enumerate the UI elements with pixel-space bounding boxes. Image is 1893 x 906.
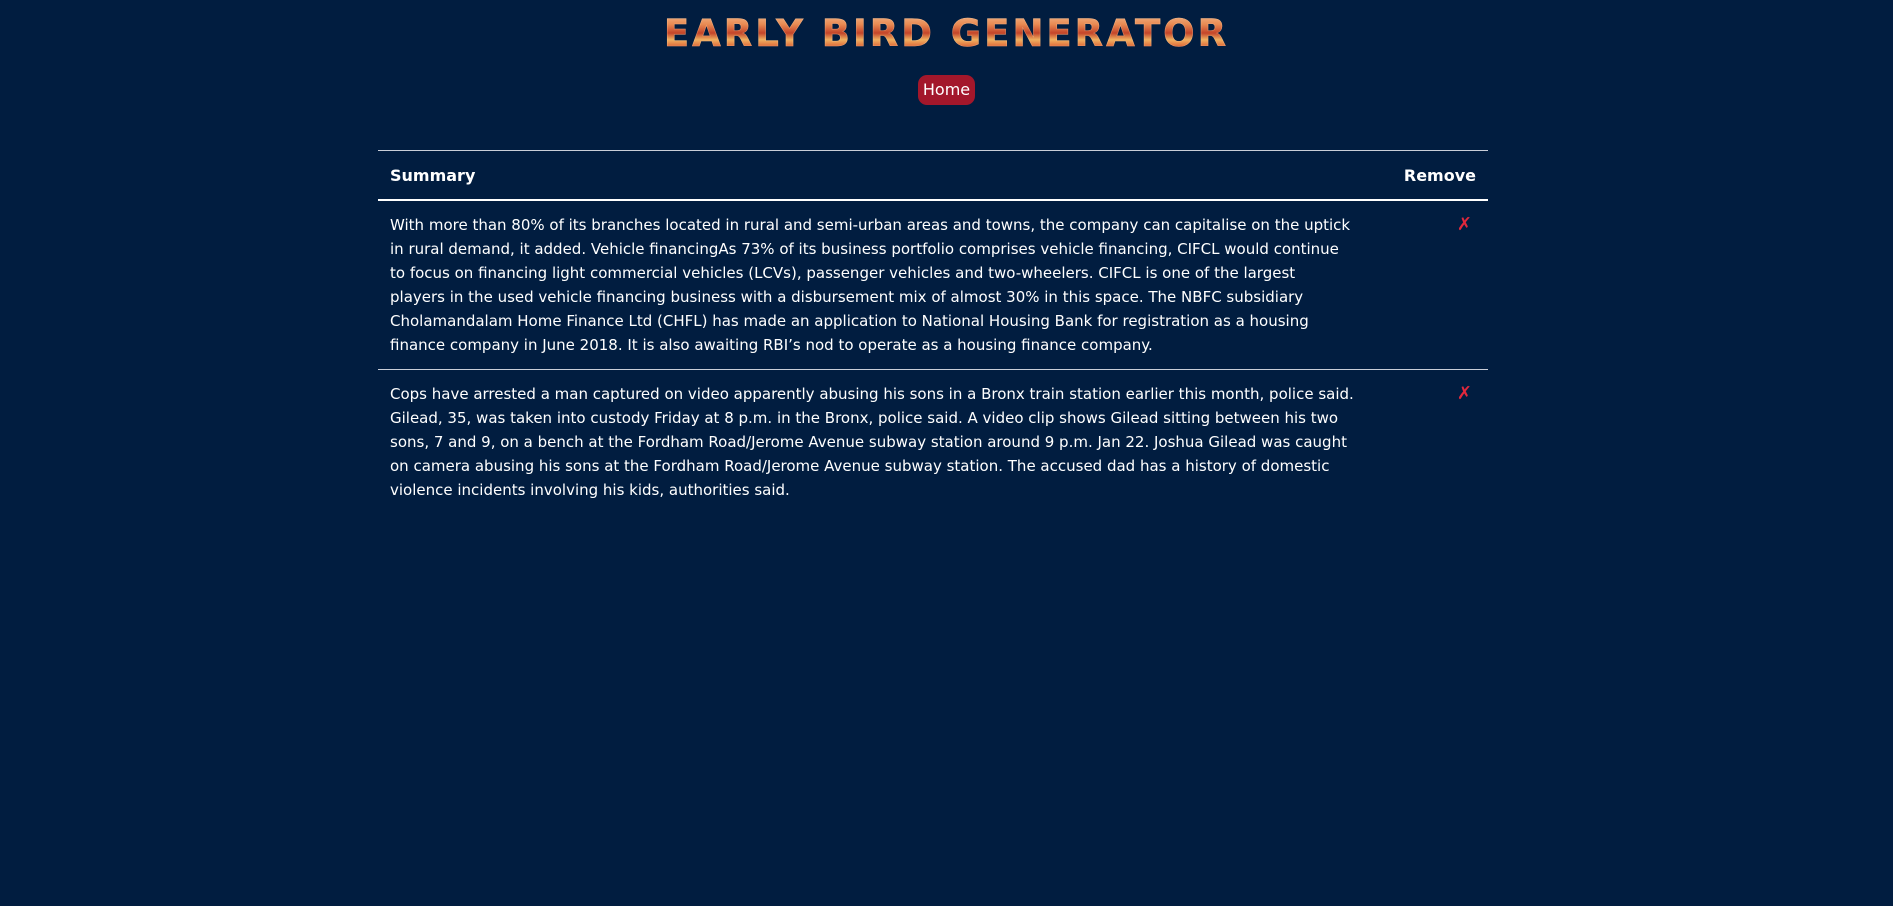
remove-cell: ✗ — [1374, 370, 1488, 515]
summary-table-container: Summary Remove With more than 80% of its… — [378, 150, 1488, 514]
remove-icon[interactable]: ✗ — [1457, 214, 1472, 235]
summary-text: With more than 80% of its branches locat… — [390, 216, 1351, 354]
summary-table: Summary Remove With more than 80% of its… — [378, 150, 1488, 514]
app-logo: EARLY BIRD GENERATOR — [0, 10, 1893, 58]
remove-icon[interactable]: ✗ — [1457, 383, 1472, 404]
remove-cell: ✗ — [1374, 200, 1488, 370]
summary-text: Cops have arrested a man captured on vid… — [390, 385, 1354, 499]
column-header-remove: Remove — [1403, 165, 1476, 185]
table-row: Cops have arrested a man captured on vid… — [378, 370, 1488, 515]
table-header-row: Summary Remove — [378, 150, 1488, 200]
column-header-summary: Summary — [390, 165, 476, 185]
nav-bar: Home — [0, 75, 1893, 105]
home-button[interactable]: Home — [917, 75, 976, 105]
table-row: With more than 80% of its branches locat… — [378, 200, 1488, 370]
